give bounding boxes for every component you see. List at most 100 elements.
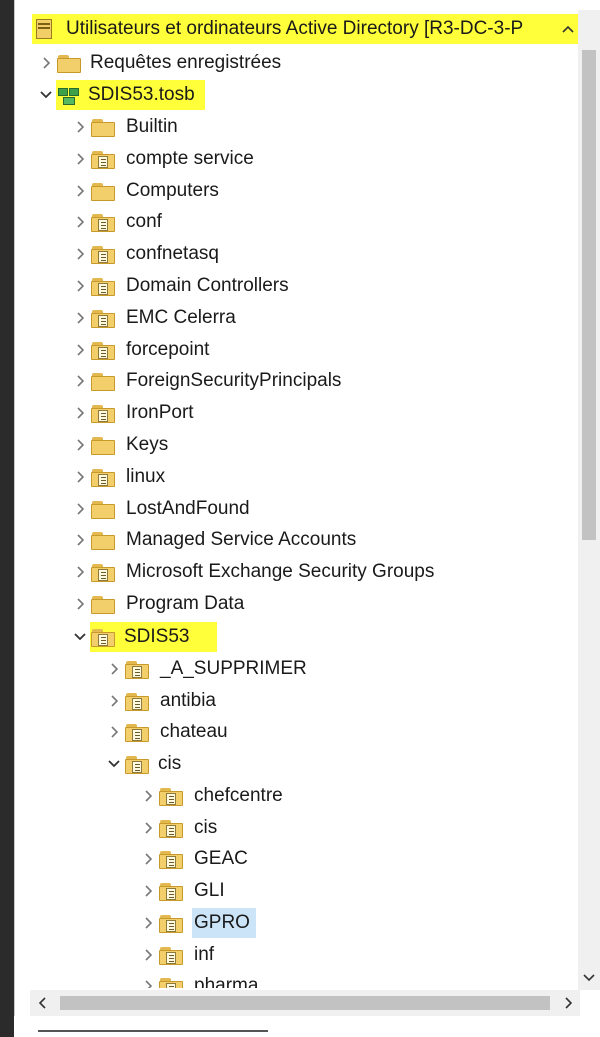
ou-folder-icon bbox=[90, 275, 116, 297]
chevron-right-icon[interactable] bbox=[70, 176, 90, 206]
tree-item[interactable]: _A_SUPPRIMER bbox=[104, 654, 313, 684]
tree-item[interactable]: Program Data bbox=[70, 589, 250, 619]
tree-item-saved-queries[interactable]: Requêtes enregistrées bbox=[36, 48, 281, 78]
tree-item-label: forcepoint bbox=[126, 338, 210, 360]
folder-icon bbox=[90, 116, 116, 138]
tree-item-label: linux bbox=[126, 465, 166, 487]
tree-item[interactable]: EMC Celerra bbox=[70, 303, 242, 333]
tree-item[interactable]: GEAC bbox=[138, 844, 254, 874]
chevron-right-icon[interactable] bbox=[70, 430, 90, 460]
chevron-right-icon[interactable] bbox=[104, 654, 124, 684]
tree-item[interactable]: antibia bbox=[104, 686, 222, 716]
chevron-right-icon[interactable] bbox=[138, 876, 158, 906]
tree-item[interactable]: GPRO bbox=[138, 907, 256, 938]
horizontal-scrollbar[interactable] bbox=[30, 990, 580, 1016]
tree-item-label: Builtin bbox=[126, 116, 178, 137]
chevron-right-icon[interactable] bbox=[138, 813, 158, 843]
tree-item[interactable]: Microsoft Exchange Security Groups bbox=[70, 557, 440, 587]
tree-item-domain[interactable]: SDIS53.tosb bbox=[36, 80, 205, 110]
ou-folder-icon bbox=[158, 880, 184, 902]
chevron-right-icon[interactable] bbox=[70, 366, 90, 396]
chevron-right-icon[interactable] bbox=[138, 908, 158, 938]
tree-item-sdis53[interactable]: SDIS53 bbox=[70, 622, 218, 652]
chevron-right-icon[interactable] bbox=[138, 844, 158, 874]
tree-item-label: conf bbox=[126, 211, 162, 233]
tree-item[interactable]: chefcentre bbox=[138, 781, 289, 811]
tree-item-label: Keys bbox=[126, 434, 169, 455]
chevron-right-icon[interactable] bbox=[138, 781, 158, 811]
chevron-down-icon[interactable] bbox=[70, 622, 90, 652]
chevron-right-icon[interactable] bbox=[138, 940, 158, 970]
tree-item[interactable]: Managed Service Accounts bbox=[70, 525, 362, 555]
tree-item-cis[interactable]: cis bbox=[104, 749, 181, 779]
tree-item[interactable]: cis bbox=[138, 813, 223, 843]
chevron-right-icon[interactable] bbox=[70, 144, 90, 174]
scroll-left-arrow-icon[interactable] bbox=[30, 990, 54, 1016]
tree-item[interactable]: pharma bbox=[138, 971, 264, 988]
chevron-right-icon[interactable] bbox=[36, 48, 56, 78]
chevron-right-icon[interactable] bbox=[70, 335, 90, 365]
vertical-scroll-thumb[interactable] bbox=[582, 50, 596, 540]
tree-item[interactable]: chateau bbox=[104, 717, 234, 747]
tree-item-label: Computers bbox=[126, 179, 219, 201]
ou-folder-icon bbox=[90, 148, 116, 170]
tree-item[interactable]: Keys bbox=[70, 430, 174, 460]
tree-root-label: Utilisateurs et ordinateurs Active Direc… bbox=[66, 18, 524, 39]
chevron-right-icon[interactable] bbox=[104, 717, 124, 747]
tree-item[interactable]: GLI bbox=[138, 876, 231, 906]
tree-item[interactable]: forcepoint bbox=[70, 335, 215, 365]
tree-item[interactable]: Builtin bbox=[70, 112, 184, 142]
tree-item[interactable]: Computers bbox=[70, 176, 225, 206]
chevron-right-icon[interactable] bbox=[70, 112, 90, 142]
tree-item-label: Domain Controllers bbox=[126, 275, 289, 296]
scroll-up-icon[interactable] bbox=[558, 14, 578, 44]
domain-icon bbox=[56, 84, 82, 106]
chevron-right-icon[interactable] bbox=[104, 686, 124, 716]
chevron-right-icon[interactable] bbox=[70, 207, 90, 237]
horizontal-scroll-thumb[interactable] bbox=[60, 996, 550, 1010]
scroll-down-arrow-icon[interactable] bbox=[578, 966, 600, 990]
tree-item[interactable]: inf bbox=[138, 940, 220, 970]
tree-item[interactable]: LostAndFound bbox=[70, 494, 256, 524]
folder-icon bbox=[56, 52, 82, 74]
tree-item[interactable]: Domain Controllers bbox=[70, 271, 295, 301]
tree-item[interactable]: IronPort bbox=[70, 398, 200, 428]
tree-item[interactable]: compte service bbox=[70, 144, 260, 174]
chevron-down-icon[interactable] bbox=[36, 80, 56, 110]
scroll-up-arrow-icon[interactable] bbox=[578, 10, 600, 34]
ou-folder-icon bbox=[90, 561, 116, 583]
ou-folder-icon bbox=[90, 402, 116, 424]
tree-item[interactable]: confnetasq bbox=[70, 239, 225, 269]
chevron-right-icon[interactable] bbox=[70, 525, 90, 555]
tree-item[interactable]: conf bbox=[70, 207, 168, 237]
scroll-right-arrow-icon[interactable] bbox=[556, 990, 580, 1016]
ou-folder-icon bbox=[90, 626, 116, 648]
ou-folder-icon bbox=[158, 944, 184, 966]
tree-item-label: IronPort bbox=[126, 402, 194, 424]
chevron-right-icon[interactable] bbox=[70, 557, 90, 587]
ou-folder-icon bbox=[124, 658, 150, 680]
tree-item-label: ForeignSecurityPrincipals bbox=[126, 370, 342, 392]
ou-folder-icon bbox=[124, 690, 150, 712]
tree-item-label: confnetasq bbox=[126, 243, 219, 265]
chevron-right-icon[interactable] bbox=[70, 494, 90, 524]
ou-folder-icon bbox=[90, 211, 116, 233]
chevron-right-icon[interactable] bbox=[70, 239, 90, 269]
vertical-scrollbar[interactable] bbox=[578, 10, 600, 990]
chevron-right-icon[interactable] bbox=[70, 589, 90, 619]
chevron-down-icon[interactable] bbox=[104, 749, 124, 779]
tree-item-label: Program Data bbox=[126, 593, 245, 614]
chevron-right-icon[interactable] bbox=[70, 398, 90, 428]
chevron-right-icon[interactable] bbox=[70, 303, 90, 333]
folder-icon bbox=[90, 434, 116, 456]
chevron-right-icon[interactable] bbox=[138, 971, 158, 988]
tree-root[interactable]: Utilisateurs et ordinateurs Active Direc… bbox=[32, 14, 578, 44]
ou-folder-icon bbox=[158, 817, 184, 839]
chevron-right-icon[interactable] bbox=[70, 271, 90, 301]
chevron-right-icon[interactable] bbox=[70, 462, 90, 492]
tree-item-label: Microsoft Exchange Security Groups bbox=[126, 561, 435, 583]
ou-folder-icon bbox=[158, 912, 184, 934]
tree-item[interactable]: ForeignSecurityPrincipals bbox=[70, 366, 347, 396]
tree-item[interactable]: linux bbox=[70, 462, 171, 492]
console-tree[interactable]: Utilisateurs et ordinateurs Active Direc… bbox=[14, 8, 578, 988]
